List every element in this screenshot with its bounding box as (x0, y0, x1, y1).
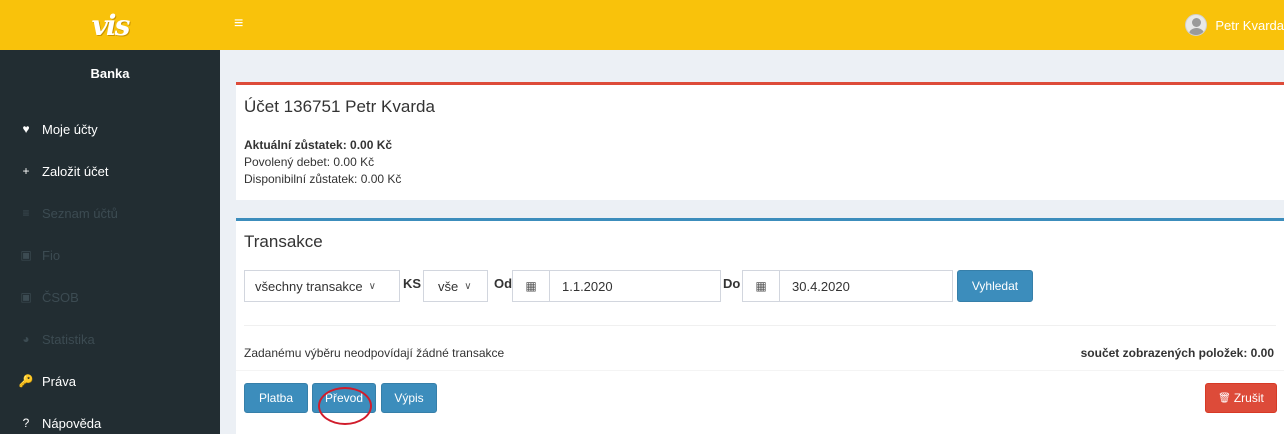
available-balance: Disponibilní zůstatek: 0.00 Kč (244, 172, 402, 186)
search-button[interactable]: Vyhledat (957, 270, 1033, 302)
menu-toggle-icon[interactable]: ≡ (234, 15, 243, 33)
calendar-icon: ▦ (525, 279, 537, 293)
sidebar-item-práva[interactable]: 🔑 Práva (0, 360, 220, 402)
payment-button[interactable]: Platba (244, 383, 308, 413)
from-label: Od (494, 276, 513, 291)
sidebar-item-nápověda[interactable]: ? Nápověda (0, 402, 220, 434)
question-icon: ? (22, 416, 30, 430)
sidebar-menu: ♥ Moje účty + Založit účet ≡ Seznam účtů ▣ Fio ▣… (0, 108, 220, 434)
sidebar-item-label: Nápověda (42, 415, 102, 431)
sidebar-item-čsob[interactable]: ▣ ČSOB (0, 276, 220, 318)
to-date-input[interactable]: 30.4.2020 (779, 270, 953, 302)
chevron-down-icon: ∨ (464, 280, 472, 292)
plus-icon: + (22, 164, 30, 178)
sidebar-item-fio[interactable]: ▣ Fio (0, 234, 220, 276)
divider (244, 325, 1276, 326)
from-calendar-button[interactable]: ▦ (512, 270, 550, 302)
sidebar-item-založit-účet[interactable]: + Založit účet (0, 150, 220, 192)
transaction-type-value: všechny transakce (255, 278, 363, 294)
user-name: Petr Kvarda (1215, 17, 1284, 33)
sidebar: vis Banka ♥ Moje účty + Založit účet ≡ Seznam… (0, 0, 220, 434)
key-icon: 🔑 (18, 374, 34, 388)
user-menu[interactable]: Petr Kvarda (1185, 0, 1284, 50)
pie-chart-icon: ◕ (22, 332, 30, 346)
money-icon: ▣ (20, 290, 32, 304)
list-icon: ≡ (22, 206, 30, 220)
sidebar-item-label: Seznam účtů (42, 205, 118, 221)
account-title: Účet 136751 Petr Kvarda (244, 97, 435, 116)
trash-icon: 🗑 (1218, 392, 1231, 404)
top-navbar: ≡ Petr Kvarda (220, 0, 1284, 50)
transactions-title: Transakce (244, 232, 323, 251)
main-content: Účet 136751 Petr Kvarda Aktuální zůstate… (236, 82, 1284, 370)
to-label: Do (723, 276, 741, 291)
chevron-down-icon: ∨ (368, 280, 376, 292)
sidebar-item-label: Práva (42, 373, 76, 389)
sidebar-item-label: Fio (42, 247, 61, 263)
sidebar-item-label: Statistika (42, 331, 95, 347)
heart-icon: ♥ (22, 122, 30, 136)
calendar-icon: ▦ (755, 279, 767, 293)
sidebar-item-label: ČSOB (42, 289, 79, 305)
app-logo[interactable]: vis (0, 0, 220, 50)
from-date-value: 1.1.2020 (562, 278, 613, 294)
sidebar-item-label: Moje účty (42, 121, 98, 137)
sidebar-item-statistika[interactable]: ◕ Statistika (0, 318, 220, 360)
overdraft-limit: Povolený debet: 0.00 Kč (244, 155, 375, 169)
highlight-circle (318, 387, 372, 425)
action-bar: Platba Převod Výpis 🗑 Zrušit (236, 370, 1284, 434)
sidebar-item-seznam-účtů[interactable]: ≡ Seznam účtů (0, 192, 220, 234)
current-balance: Aktuální zůstatek: 0.00 Kč (244, 138, 393, 152)
from-date-input[interactable]: 1.1.2020 (549, 270, 721, 302)
ks-value: vše (438, 278, 459, 294)
transactions-box: Transakce všechny transakce ∨ KS vše ∨ O… (236, 218, 1284, 370)
cancel-label: Zrušit (1233, 391, 1264, 405)
ks-label: KS (403, 276, 422, 291)
to-calendar-button[interactable]: ▦ (742, 270, 780, 302)
cancel-button[interactable]: 🗑 Zrušit (1205, 383, 1277, 413)
logo-text: vis (91, 8, 131, 42)
avatar (1185, 14, 1208, 36)
ks-select[interactable]: vše ∨ (423, 270, 488, 302)
sidebar-item-label: Založit účet (42, 163, 109, 179)
sum-of-items: součet zobrazených položek: 0.00 (1080, 346, 1274, 360)
empty-result-message: Zadanému výběru neodpovídají žádné trans… (244, 346, 505, 360)
statement-button[interactable]: Výpis (381, 383, 437, 413)
sidebar-item-moje-účty[interactable]: ♥ Moje účty (0, 108, 220, 150)
money-icon: ▣ (20, 248, 32, 262)
to-date-value: 30.4.2020 (792, 278, 850, 294)
transaction-type-select[interactable]: všechny transakce ∨ (244, 270, 400, 302)
sidebar-heading: Banka (90, 66, 130, 81)
account-box: Účet 136751 Petr Kvarda Aktuální zůstate… (236, 82, 1284, 200)
